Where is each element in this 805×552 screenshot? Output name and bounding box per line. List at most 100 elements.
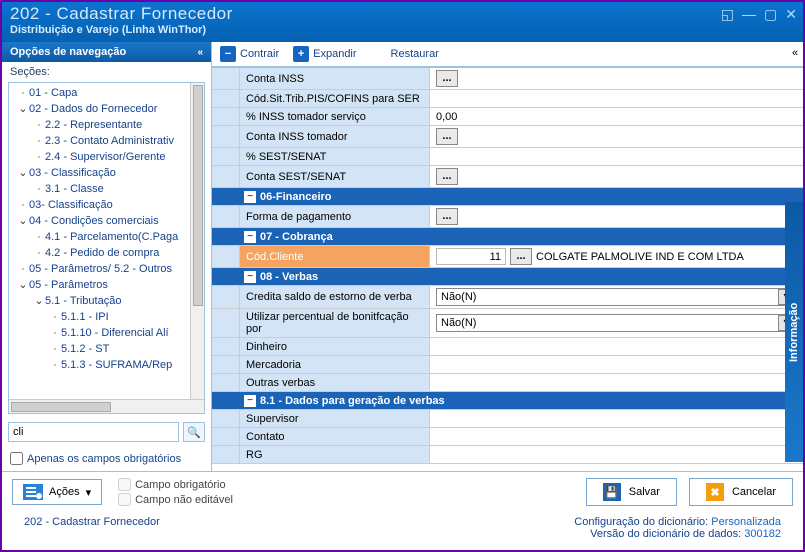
- field-value-cell[interactable]: Não(N)▾: [430, 309, 803, 337]
- tree-expand-icon[interactable]: ⌄: [17, 277, 29, 293]
- field-value-cell[interactable]: [430, 410, 803, 427]
- tree-expand-icon[interactable]: ·: [17, 197, 29, 213]
- field-value-cell[interactable]: [430, 338, 803, 355]
- field-label: Conta SEST/SENAT: [240, 166, 430, 187]
- config-value-link[interactable]: Personalizada: [711, 516, 781, 528]
- field-value-cell[interactable]: ...: [430, 126, 803, 147]
- section-header[interactable]: −07 - Cobrança: [212, 228, 803, 246]
- tree-item[interactable]: ·2.4 - Supervisor/Gerente: [13, 149, 202, 165]
- field-value-cell[interactable]: ...COLGATE PALMOLIVE IND E COM LTDA: [430, 246, 803, 267]
- section-toggle-icon[interactable]: −: [244, 395, 256, 407]
- tree-item[interactable]: ·5.1.1 - IPI: [13, 309, 202, 325]
- tree-expand-icon[interactable]: ·: [33, 245, 45, 261]
- field-label: Contato: [240, 428, 430, 445]
- tree-expand-icon[interactable]: ⌄: [17, 213, 29, 229]
- lookup-button[interactable]: ...: [510, 248, 532, 265]
- section-header[interactable]: −06-Financeiro: [212, 188, 803, 206]
- only-required-checkbox-row[interactable]: Apenas os campos obrigatórios: [10, 452, 203, 465]
- field-value-cell[interactable]: [430, 374, 803, 391]
- field-value-cell[interactable]: ...: [430, 206, 803, 227]
- tree-expand-icon[interactable]: ·: [49, 357, 61, 373]
- section-header[interactable]: −08 - Verbas: [212, 268, 803, 286]
- lookup-button[interactable]: ...: [436, 128, 458, 145]
- field-value-cell[interactable]: [430, 148, 803, 165]
- expand-all-button[interactable]: + Expandir: [293, 46, 356, 62]
- field-value-cell[interactable]: Não(N)▾: [430, 286, 803, 308]
- collapse-nav-icon[interactable]: «: [197, 47, 203, 58]
- tree-item[interactable]: ·4.2 - Pedido de compra: [13, 245, 202, 261]
- tree-item[interactable]: ⌄02 - Dados do Fornecedor: [13, 101, 202, 117]
- field-value-cell[interactable]: [430, 90, 803, 107]
- field-value-cell[interactable]: 0,00: [430, 108, 803, 125]
- tree-item[interactable]: ·5.1.3 - SUFRAMA/Rep: [13, 357, 202, 373]
- tree-item[interactable]: ·05 - Parâmetros/ 5.2 - Outros: [13, 261, 202, 277]
- collapse-all-button[interactable]: − Contrair: [220, 46, 279, 62]
- lookup-button[interactable]: ...: [436, 168, 458, 185]
- row-gutter: [212, 374, 240, 391]
- dropdown[interactable]: Não(N)▾: [436, 288, 797, 306]
- nav-search-button[interactable]: 🔍: [183, 422, 205, 442]
- tree-item[interactable]: ·3.1 - Classe: [13, 181, 202, 197]
- tree-item[interactable]: ·5.1.10 - Diferencial Alí: [13, 325, 202, 341]
- nav-header[interactable]: Opções de navegação «: [2, 42, 211, 62]
- tree-item[interactable]: ·5.1.2 - ST: [13, 341, 202, 357]
- only-required-checkbox[interactable]: [10, 452, 23, 465]
- tree-item[interactable]: ⌄03 - Classificação: [13, 165, 202, 181]
- field-row: Conta INSS tomador...: [212, 126, 803, 148]
- restore-button[interactable]: ⟳ Restaurar: [371, 46, 439, 62]
- nav-search-input[interactable]: [8, 422, 179, 442]
- field-value-cell[interactable]: ...: [430, 68, 803, 89]
- tree-item[interactable]: ·2.2 - Representante: [13, 117, 202, 133]
- tree-expand-icon[interactable]: ⌄: [17, 101, 29, 117]
- tree-expand-icon[interactable]: ·: [49, 341, 61, 357]
- tree-expand-icon[interactable]: ·: [17, 261, 29, 277]
- close-window-icon[interactable]: ✕: [785, 6, 797, 23]
- tree-expand-icon[interactable]: ·: [33, 229, 45, 245]
- cancel-button[interactable]: ✖ Cancelar: [689, 478, 793, 506]
- field-value-cell[interactable]: [430, 446, 803, 463]
- tree-expand-icon[interactable]: ·: [33, 149, 45, 165]
- nav-tree[interactable]: ·01 - Capa⌄02 - Dados do Fornecedor·2.2 …: [9, 83, 204, 413]
- toolbar-overflow[interactable]: «: [787, 42, 803, 64]
- tree-expand-icon[interactable]: ⌄: [33, 293, 45, 309]
- tree-scrollbar-vertical[interactable]: [190, 83, 204, 399]
- lookup-button[interactable]: ...: [436, 70, 458, 87]
- section-toggle-icon[interactable]: −: [244, 271, 256, 283]
- lookup-button[interactable]: ...: [436, 208, 458, 225]
- tree-item[interactable]: ·01 - Capa: [13, 85, 202, 101]
- field-grid[interactable]: Conta INSS...Cód.Sit.Trib.PIS/COFINS par…: [212, 67, 803, 471]
- tree-item[interactable]: ⌄05 - Parâmetros: [13, 277, 202, 293]
- tree-scrollbar-horizontal[interactable]: [9, 399, 204, 413]
- restore-window-icon[interactable]: ◱: [721, 6, 734, 23]
- actions-button[interactable]: Ações ▾: [12, 479, 102, 505]
- tree-expand-icon[interactable]: ·: [33, 117, 45, 133]
- tree-item[interactable]: ⌄5.1 - Tributação: [13, 293, 202, 309]
- tree-item[interactable]: ·4.1 - Parcelamento(C.Paga: [13, 229, 202, 245]
- dropdown[interactable]: Não(N)▾: [436, 314, 797, 332]
- info-side-tab[interactable]: Informação: [785, 202, 803, 462]
- tree-expand-icon[interactable]: ·: [33, 133, 45, 149]
- search-icon: 🔍: [187, 426, 201, 439]
- section-toggle-icon[interactable]: −: [244, 231, 256, 243]
- tree-expand-icon[interactable]: ·: [33, 181, 45, 197]
- tree-item[interactable]: ⌄04 - Condições comerciais: [13, 213, 202, 229]
- section-header[interactable]: −8.1 - Dados para geração de verbas: [212, 392, 803, 410]
- field-label: Outras verbas: [240, 374, 430, 391]
- field-value-cell[interactable]: [430, 356, 803, 373]
- save-button[interactable]: 💾 Salvar: [586, 478, 677, 506]
- field-label: Conta INSS tomador: [240, 126, 430, 147]
- tree-item[interactable]: ·03- Classificação: [13, 197, 202, 213]
- version-value-link[interactable]: 300182: [744, 528, 781, 540]
- field-value-cell[interactable]: ...: [430, 166, 803, 187]
- tree-item[interactable]: ·2.3 - Contato Administrativ: [13, 133, 202, 149]
- tree-expand-icon[interactable]: ·: [49, 325, 61, 341]
- field-value-cell[interactable]: [430, 428, 803, 445]
- tree-expand-icon[interactable]: ·: [49, 309, 61, 325]
- minimize-window-icon[interactable]: —: [742, 6, 756, 23]
- field-label: Dinheiro: [240, 338, 430, 355]
- tree-expand-icon[interactable]: ⌄: [17, 165, 29, 181]
- tree-expand-icon[interactable]: ·: [17, 85, 29, 101]
- maximize-window-icon[interactable]: ▢: [764, 6, 777, 23]
- section-toggle-icon[interactable]: −: [244, 191, 256, 203]
- field-input[interactable]: [436, 248, 506, 265]
